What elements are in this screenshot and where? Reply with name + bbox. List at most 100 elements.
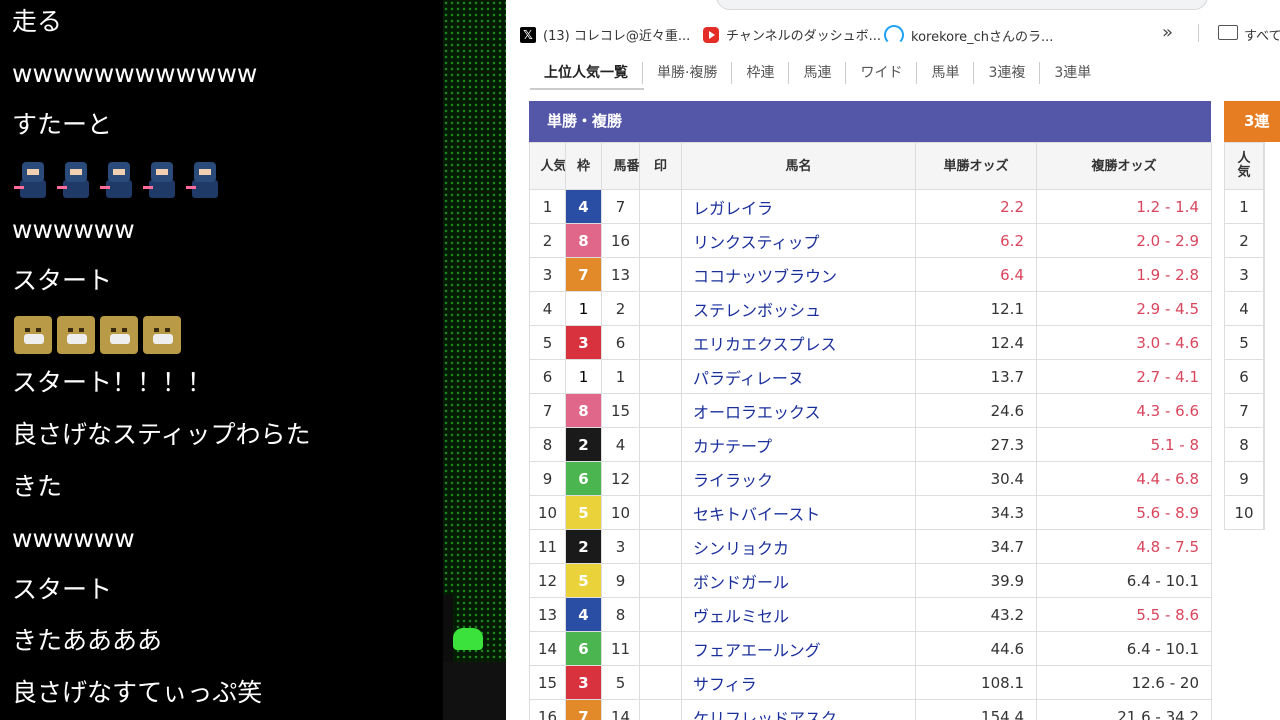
table-row[interactable]: 1 4 7 レガレイラ 2.2 1.2 - 1.4 xyxy=(529,189,1212,224)
horse-number-cell: 16 xyxy=(601,223,640,258)
bookmark-item[interactable]: korekore_chさんのラ... xyxy=(884,25,1053,45)
table-row[interactable]: 9 6 12 ライラック 30.4 4.4 - 6.8 xyxy=(529,461,1212,496)
bookmark-label: korekore_chさんのラ... xyxy=(911,29,1054,45)
horse-name-link[interactable]: オーロラエックス xyxy=(681,393,916,428)
horse-name-link[interactable]: カナテープ xyxy=(681,427,916,462)
table-row[interactable]: 3 7 13 ココナッツブラウン 6.4 1.9 - 2.8 xyxy=(529,257,1212,292)
horse-name-link[interactable]: ヴェルミセル xyxy=(681,597,916,632)
odds-table-body: 1 4 7 レガレイラ 2.2 1.2 - 1.4 2 8 16 リンクスティップ 6.2 2.0 -… xyxy=(529,189,1212,720)
table-row[interactable]: 15 3 5 サフィラ 108.1 12.6 - 20 xyxy=(529,665,1212,700)
odds-tabs: 上位人気一覧 単勝·複勝 枠連 馬連 ワイド 馬単 3連複 3連単 xyxy=(530,56,1105,90)
col-umaban[interactable]: 馬番 xyxy=(601,142,640,190)
mark-cell[interactable] xyxy=(639,427,682,462)
all-bookmarks-label[interactable]: すべて xyxy=(1244,25,1280,44)
table-row[interactable]: 1 xyxy=(1224,189,1264,224)
win-odds-cell: 6.2 xyxy=(915,223,1037,258)
col-ninki[interactable]: 人気 xyxy=(529,142,566,190)
table-row[interactable]: 3 xyxy=(1224,257,1264,292)
bookmark-item[interactable]: チャンネルのダッシュボ... xyxy=(703,25,881,44)
waku-cell: 1 xyxy=(565,359,602,394)
horse-name-link[interactable]: フェアエールング xyxy=(681,631,916,666)
horse-name-link[interactable]: パラディレーヌ xyxy=(681,359,916,394)
horse-number-cell: 1 xyxy=(601,359,640,394)
horse-name-link[interactable]: セキトバイースト xyxy=(681,495,916,530)
table-row[interactable]: 13 4 8 ヴェルミセル 43.2 5.5 - 8.6 xyxy=(529,597,1212,632)
tab-4[interactable]: ワイド xyxy=(845,62,916,84)
table-row[interactable]: 7 8 15 オーロラエックス 24.6 4.3 - 6.6 xyxy=(529,393,1212,428)
active-tab-underline xyxy=(530,88,644,90)
horse-name-link[interactable]: ボンドガール xyxy=(681,563,916,598)
mark-cell[interactable] xyxy=(639,291,682,326)
ninja-stamp-icon xyxy=(143,160,181,200)
mark-cell[interactable] xyxy=(639,359,682,394)
tab-5[interactable]: 馬単 xyxy=(916,62,973,84)
tab-0[interactable]: 上位人気一覧 xyxy=(530,62,642,84)
tab-6[interactable]: 3連複 xyxy=(973,62,1039,84)
col-mark[interactable]: 印 xyxy=(639,142,682,190)
table-row[interactable]: 10 xyxy=(1224,495,1264,530)
table-row[interactable]: 16 7 14 ケリフレッドアスク 154.4 21.6 - 34.2 xyxy=(529,699,1212,720)
horse-name-link[interactable]: ステレンボッシュ xyxy=(681,291,916,326)
mark-cell[interactable] xyxy=(639,393,682,428)
mark-cell[interactable] xyxy=(639,529,682,564)
mark-cell[interactable] xyxy=(639,597,682,632)
tab-3[interactable]: 馬連 xyxy=(788,62,845,84)
table-row[interactable]: 2 8 16 リンクスティップ 6.2 2.0 - 2.9 xyxy=(529,223,1212,258)
horse-name-link[interactable]: レガレイラ xyxy=(681,189,916,224)
tab-2[interactable]: 枠連 xyxy=(731,62,788,84)
horse-name-link[interactable]: シンリョクカ xyxy=(681,529,916,564)
mark-cell[interactable] xyxy=(639,223,682,258)
table-row[interactable]: 4 xyxy=(1224,291,1264,326)
mark-cell[interactable] xyxy=(639,665,682,700)
bookmark-item[interactable]: 𝕏 (13) コレコレ@近々重... xyxy=(520,25,690,44)
horse-name-link[interactable]: リンクスティップ xyxy=(681,223,916,258)
mark-cell[interactable] xyxy=(639,257,682,292)
table-row[interactable]: 8 2 4 カナテープ 27.3 5.1 - 8 xyxy=(529,427,1212,462)
table-row[interactable]: 8 xyxy=(1224,427,1264,462)
tab-7[interactable]: 3連単 xyxy=(1039,62,1105,84)
table-row[interactable]: 4 1 2 ステレンボッシュ 12.1 2.9 - 4.5 xyxy=(529,291,1212,326)
table-row[interactable]: 5 xyxy=(1224,325,1264,360)
rank-cell: 4 xyxy=(1224,291,1264,326)
mark-cell[interactable] xyxy=(639,461,682,496)
table-row[interactable]: 6 xyxy=(1224,359,1264,394)
horse-name-link[interactable]: エリカエクスプレス xyxy=(681,325,916,360)
rank-cell: 16 xyxy=(529,699,566,720)
mark-cell[interactable] xyxy=(639,563,682,598)
bookmark-label: (13) コレコレ@近々重... xyxy=(543,29,691,44)
col-ninki-2[interactable]: 人気 xyxy=(1224,142,1264,190)
mark-cell[interactable] xyxy=(639,495,682,530)
mark-cell[interactable] xyxy=(639,699,682,720)
folder-icon[interactable] xyxy=(1218,25,1238,40)
place-odds-cell: 21.6 - 34.2 xyxy=(1036,699,1212,720)
table-row[interactable]: 14 6 11 フェアエールング 44.6 6.4 - 10.1 xyxy=(529,631,1212,666)
table-row[interactable]: 2 xyxy=(1224,223,1264,258)
mark-cell[interactable] xyxy=(639,325,682,360)
mark-cell[interactable] xyxy=(639,631,682,666)
horse-name-link[interactable]: ライラック xyxy=(681,461,916,496)
win-odds-cell: 108.1 xyxy=(915,665,1037,700)
table-row[interactable]: 5 3 6 エリカエクスプレス 12.4 3.0 - 4.6 xyxy=(529,325,1212,360)
horse-number-cell: 3 xyxy=(601,529,640,564)
rank-cell: 14 xyxy=(529,631,566,666)
table-row[interactable]: 12 5 9 ボンドガール 39.9 6.4 - 10.1 xyxy=(529,563,1212,598)
table-row[interactable]: 6 1 1 パラディレーヌ 13.7 2.7 - 4.1 xyxy=(529,359,1212,394)
horse-name-link[interactable]: ケリフレッドアスク xyxy=(681,699,916,720)
col-name[interactable]: 馬名 xyxy=(681,142,916,190)
col-waku[interactable]: 枠 xyxy=(565,142,602,190)
table-row[interactable]: 9 xyxy=(1224,461,1264,496)
tab-1[interactable]: 単勝·複勝 xyxy=(642,62,731,84)
mark-cell[interactable] xyxy=(639,189,682,224)
table-row[interactable]: 7 xyxy=(1224,393,1264,428)
rank-cell: 15 xyxy=(529,665,566,700)
table-row[interactable]: 11 2 3 シンリョクカ 34.7 4.8 - 7.5 xyxy=(529,529,1212,564)
col-place-odds[interactable]: 複勝オッズ xyxy=(1036,142,1212,190)
place-odds-cell: 12.6 - 20 xyxy=(1036,665,1212,700)
table-row[interactable]: 10 5 10 セキトバイースト 34.3 5.6 - 8.9 xyxy=(529,495,1212,530)
waku-cell: 4 xyxy=(565,189,602,224)
horse-name-link[interactable]: ココナッツブラウン xyxy=(681,257,916,292)
more-bookmarks-button[interactable]: » xyxy=(1162,22,1173,43)
horse-name-link[interactable]: サフィラ xyxy=(681,665,916,700)
col-win-odds[interactable]: 単勝オッズ xyxy=(915,142,1037,190)
address-bar[interactable] xyxy=(716,0,1208,10)
